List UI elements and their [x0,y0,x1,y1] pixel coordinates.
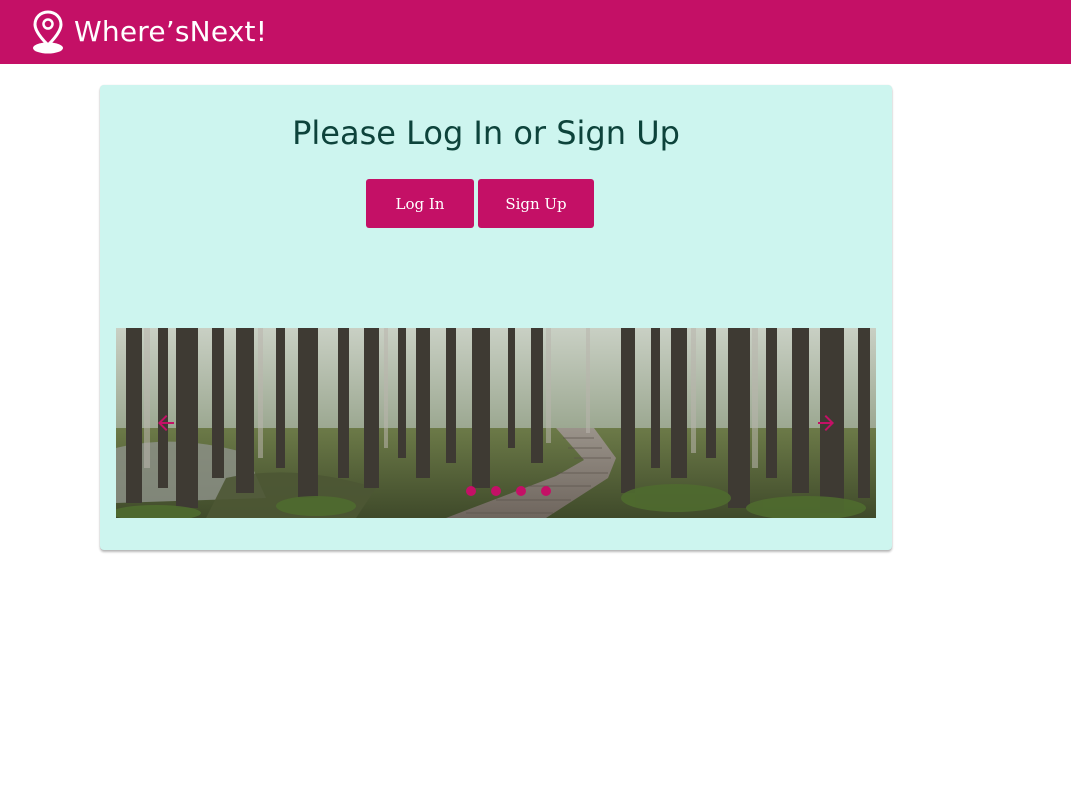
top-app-bar: Where’sNext! [0,0,1071,64]
app-name: Where’sNext! [74,15,268,48]
sign-up-button[interactable]: Sign Up [478,179,594,228]
image-carousel [116,328,876,518]
card-title: Please Log In or Sign Up [292,114,680,152]
carousel-indicator-4[interactable] [541,486,551,496]
carousel-indicator-1[interactable] [466,486,476,496]
log-in-button[interactable]: Log In [366,179,474,228]
carousel-indicator-2[interactable] [491,486,501,496]
carousel-prev-arrow-icon[interactable] [154,411,178,435]
map-pin-icon [33,10,63,54]
carousel-indicator-3[interactable] [516,486,526,496]
login-card: Please Log In or Sign Up Log In Sign Up [100,85,892,550]
carousel-next-arrow-icon[interactable] [814,411,838,435]
carousel-indicators [466,486,551,496]
brand-logo-link[interactable]: Where’sNext! [32,10,267,54]
